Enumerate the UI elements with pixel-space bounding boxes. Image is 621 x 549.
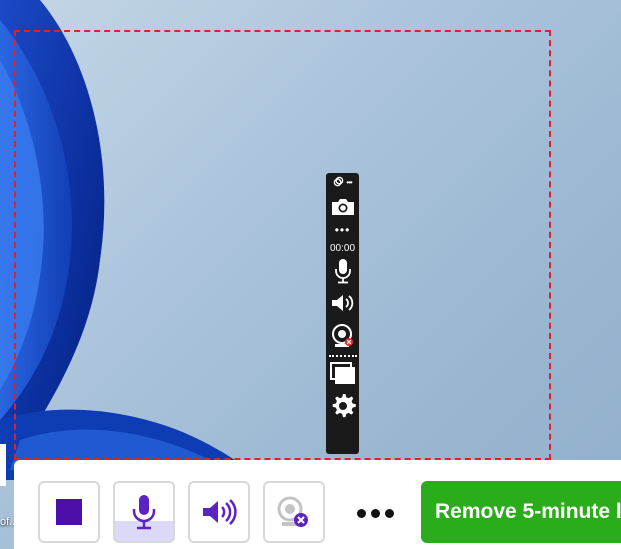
gear-icon[interactable]	[326, 389, 359, 423]
more-dots-icon[interactable]: •••	[346, 179, 352, 187]
dot	[384, 508, 394, 518]
webcam-off-icon[interactable]	[326, 319, 359, 353]
more-options-button[interactable]	[350, 498, 400, 528]
webcam-off-icon	[277, 496, 308, 527]
webcam-button[interactable]	[263, 481, 325, 543]
link-icon[interactable]	[333, 174, 344, 192]
recording-timer: 00:00	[329, 242, 356, 254]
stop-square-icon	[56, 499, 82, 525]
speaker-icon	[203, 499, 237, 525]
toolbar-divider	[328, 355, 357, 357]
pause-dots-icon[interactable]: •••	[326, 219, 359, 241]
stop-button[interactable]	[38, 481, 100, 543]
system-audio-button[interactable]	[188, 481, 250, 543]
microphone-button[interactable]	[113, 481, 175, 543]
speaker-icon[interactable]	[326, 287, 359, 319]
capture-region[interactable]	[14, 30, 551, 460]
dot	[356, 508, 366, 518]
window-mode-icon[interactable]	[326, 359, 359, 389]
desktop-icon[interactable]	[0, 444, 6, 486]
camera-icon[interactable]	[326, 193, 359, 219]
remove-limit-button[interactable]: Remove 5-minute limit	[421, 481, 621, 543]
microphone-icon	[132, 495, 156, 530]
toolbar-header: •••	[326, 173, 359, 193]
dot	[370, 508, 380, 518]
recording-control-panel: Remove 5-minute limit	[14, 460, 621, 549]
floating-toolbar: ••• ••• 00:00	[326, 173, 359, 454]
microphone-icon[interactable]	[326, 255, 359, 287]
